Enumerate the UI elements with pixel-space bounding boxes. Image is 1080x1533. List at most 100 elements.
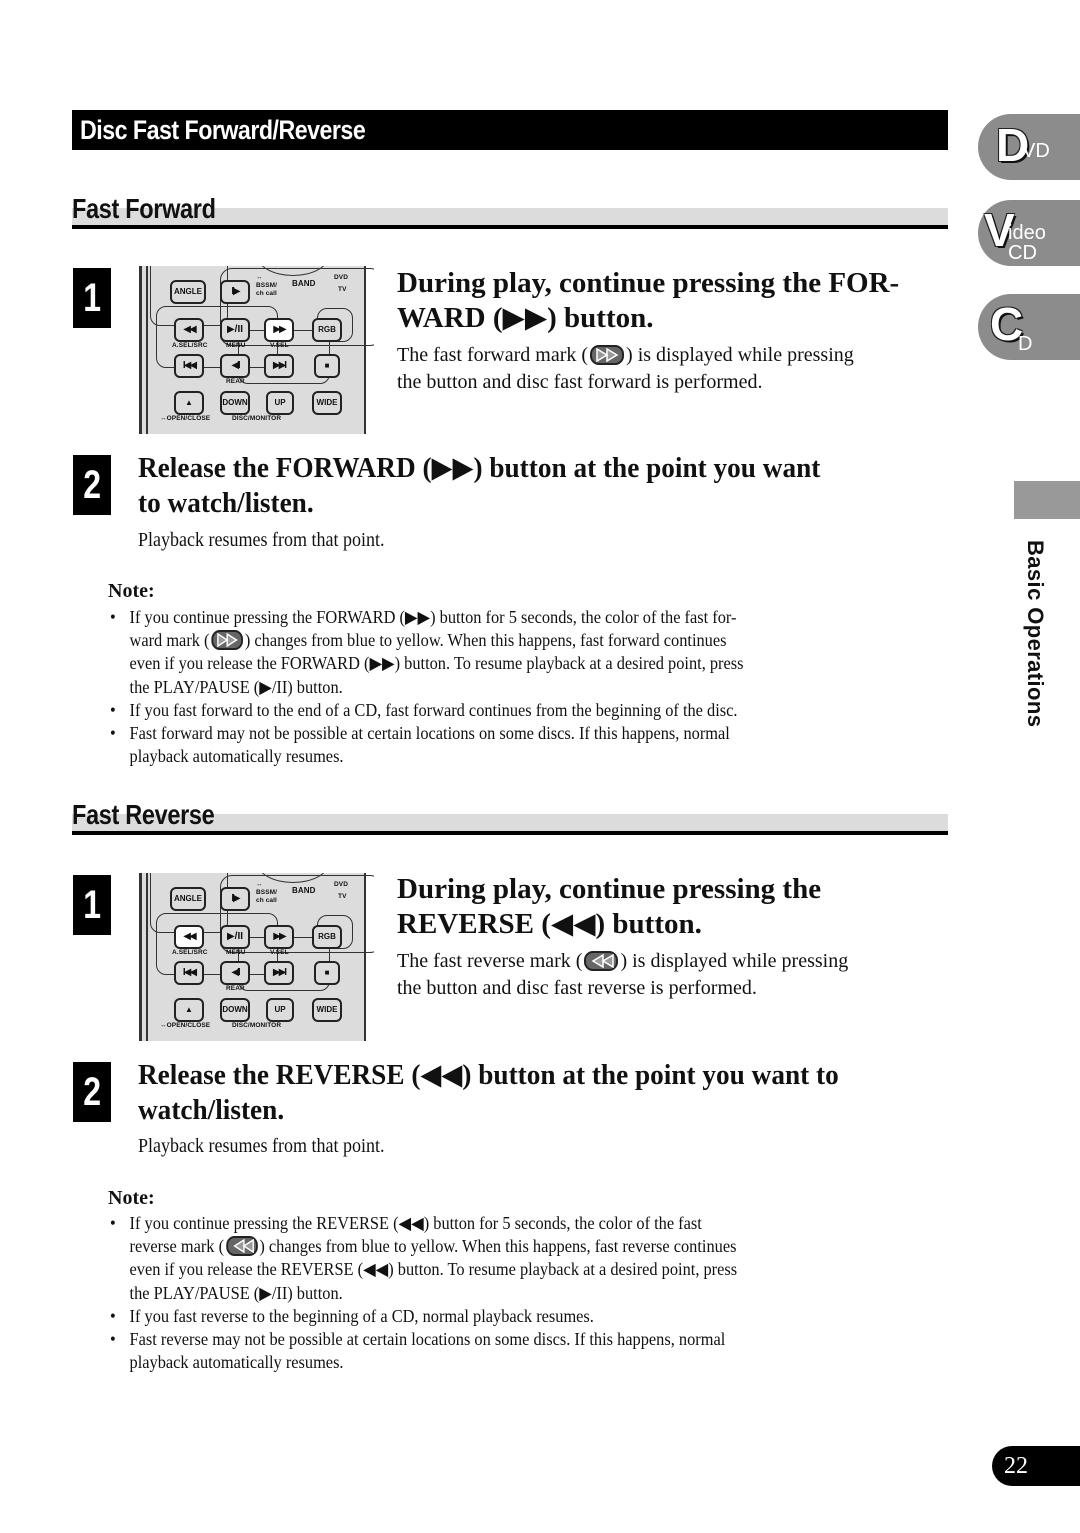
remote-angle-button: ANGLE <box>170 280 206 304</box>
step-title-line: REVERSE (◀◀) button. <box>397 908 702 940</box>
fast-reverse-mark-icon <box>584 951 619 971</box>
note-label: Note: <box>108 1187 155 1209</box>
remote-band-label: BAND <box>292 279 316 288</box>
remote-step-button: II▶ <box>220 887 250 911</box>
step-1-title: During play, continue pressing the FOR- … <box>397 266 899 336</box>
remote-slow-button: ◀II <box>220 354 250 378</box>
note-label: Note: <box>108 580 155 602</box>
tab-video-cd[interactable]: V ideo CD <box>978 200 1080 266</box>
step-title-line: During play, continue pressing the <box>397 873 822 905</box>
remote-rear-label: REAR <box>226 378 245 385</box>
remote-slow-button: ◀II <box>220 961 250 985</box>
tab-video-cd-small-bottom: CD <box>1008 242 1037 264</box>
step-2-body: Playback resumes from that point. <box>138 529 385 551</box>
remote-tv-label: TV <box>338 893 347 900</box>
step-number: 1 <box>73 268 111 328</box>
remote-step-button: II▶ <box>220 280 250 304</box>
remote-next-button: ▶▶I <box>264 354 294 378</box>
remote-reverse-button: ◀◀ <box>174 318 204 342</box>
note-line: even if you release the FORWARD (▶▶) but… <box>129 653 744 674</box>
tab-dvd-small: VD <box>1022 140 1050 162</box>
step-number: 2 <box>73 1062 111 1122</box>
remote-wide-button: WIDE <box>312 998 342 1022</box>
note-line: playback automatically resumes. <box>129 1352 344 1373</box>
remote-next-button: ▶▶I <box>264 961 294 985</box>
remote-prev-button: I◀◀ <box>174 354 204 378</box>
note-item: • If you continue pressing the FORWARD (… <box>110 606 929 699</box>
section-title-bar: Disc Fast Forward/Reverse <box>72 110 948 150</box>
step-number: 1 <box>73 875 111 935</box>
step-title-line: Release the FORWARD (▶▶) button at the p… <box>138 452 821 484</box>
remote-chcall-label: ch call <box>256 897 277 904</box>
bullet: • <box>110 1329 116 1350</box>
remote-open-close-label: ↔OPEN/CLOSE <box>160 1022 211 1029</box>
bullet: • <box>110 607 116 627</box>
note-item: • If you continue pressing the REVERSE (… <box>110 1212 929 1305</box>
note-line: Fast forward may not be possible at cert… <box>129 723 730 744</box>
remote-forward-button-highlighted: ▶▶ <box>264 318 294 342</box>
remote-eject-button: ▲ <box>174 391 204 415</box>
step-2-title: Release the REVERSE (◀◀) button at the p… <box>138 1058 965 1128</box>
fast-forward-heading-block: Fast Forward <box>72 192 948 232</box>
fast-forward-mark-icon <box>590 345 625 365</box>
remote-asel-label: A.SEL/SRC <box>172 949 208 956</box>
step-2-title: Release the FORWARD (▶▶) button at the p… <box>138 451 937 521</box>
remote-rear-label: REAR <box>226 985 245 992</box>
tab-cd-small: D <box>1018 333 1033 355</box>
remote-bssm-label: BSSM/ <box>256 282 278 289</box>
step-1-title: During play, continue pressing the REVER… <box>397 872 821 942</box>
remote-bssm-label: BSSM/ <box>256 889 278 896</box>
step-body-line: the button and disc fast reverse is perf… <box>397 977 757 999</box>
remote-play-pause-button: ▶/II <box>220 318 250 342</box>
bullet: • <box>110 699 116 720</box>
note-line: If you fast forward to the end of a CD, … <box>129 699 738 720</box>
step-2-body: Playback resumes from that point. <box>138 1135 385 1157</box>
note-item: • Fast forward may not be possible at ce… <box>110 722 929 768</box>
fast-forward-mark-icon <box>211 630 243 651</box>
fast-reverse-heading-block: Fast Reverse <box>72 798 948 838</box>
remote-prev-button: I◀◀ <box>174 961 204 985</box>
step-number: 2 <box>73 455 111 515</box>
remote-stop-button: ■ <box>314 354 340 378</box>
chapter-label: Basic Operations <box>1023 540 1048 728</box>
step-title-line: During play, continue pressing the FOR- <box>397 267 900 299</box>
remote-eject-button: ▲ <box>174 998 204 1022</box>
note-item: • If you fast forward to the end of a CD… <box>110 699 929 722</box>
note-line: If you fast reverse to the beginning of … <box>129 1305 594 1326</box>
remote-rgb-button: RGB <box>312 925 342 949</box>
remote-dvd-label: DVD <box>334 881 349 888</box>
remote-up-button: UP <box>266 391 294 415</box>
note-line: reverse mark () changes from blue to yel… <box>129 1236 737 1257</box>
note-line: even if you release the REVERSE (◀◀) but… <box>129 1259 738 1280</box>
remote-asel-label: A.SEL/SRC <box>172 342 208 349</box>
remote-disc-monitor-label: DISC/MONITOR <box>232 1022 282 1029</box>
remote-bssm-arrow: ↔ <box>256 274 263 281</box>
step-1-body: The fast reverse mark () is displayed wh… <box>397 948 957 1002</box>
section-title: Disc Fast Forward/Reverse <box>80 115 366 145</box>
fast-forward-notes: • If you continue pressing the FORWARD (… <box>110 606 930 768</box>
remote-bssm-arrow: ↔ <box>256 881 263 888</box>
step-title-line: watch/listen. <box>138 1094 285 1126</box>
remote-edge <box>146 873 148 1041</box>
bullet: • <box>110 1213 116 1233</box>
step-title-line: Release the REVERSE (◀◀) button at the p… <box>138 1059 839 1091</box>
step-1-body: The fast forward mark () is displayed wh… <box>397 342 957 396</box>
remote-control-illustration: ANGLE II▶ ↔ BSSM/ ch call BAND DVD TV ◀◀… <box>139 266 374 434</box>
chapter-marker <box>1014 481 1080 519</box>
tab-dvd[interactable]: D VD <box>978 114 1080 180</box>
note-line: the PLAY/PAUSE (▶/II) button. <box>129 1282 343 1303</box>
remote-stop-button: ■ <box>314 961 340 985</box>
remote-disc-monitor-label: DISC/MONITOR <box>232 415 282 422</box>
tab-cd[interactable]: C D <box>978 294 1080 360</box>
remote-menu-label: MENU <box>226 949 246 956</box>
remote-angle-button: ANGLE <box>170 887 206 911</box>
note-line: the PLAY/PAUSE (▶/II) button. <box>129 676 343 697</box>
step-body-line: The fast reverse mark () is displayed wh… <box>397 950 849 972</box>
fast-forward-heading: Fast Forward <box>72 193 216 224</box>
step-body-line: the button and disc fast forward is perf… <box>397 371 763 393</box>
remote-vsel-label: V.SEL <box>270 342 289 349</box>
note-item: • If you fast reverse to the beginning o… <box>110 1305 929 1328</box>
remote-up-button: UP <box>266 998 294 1022</box>
remote-reverse-button-highlighted: ◀◀ <box>174 925 204 949</box>
note-line: playback automatically resumes. <box>129 746 344 767</box>
